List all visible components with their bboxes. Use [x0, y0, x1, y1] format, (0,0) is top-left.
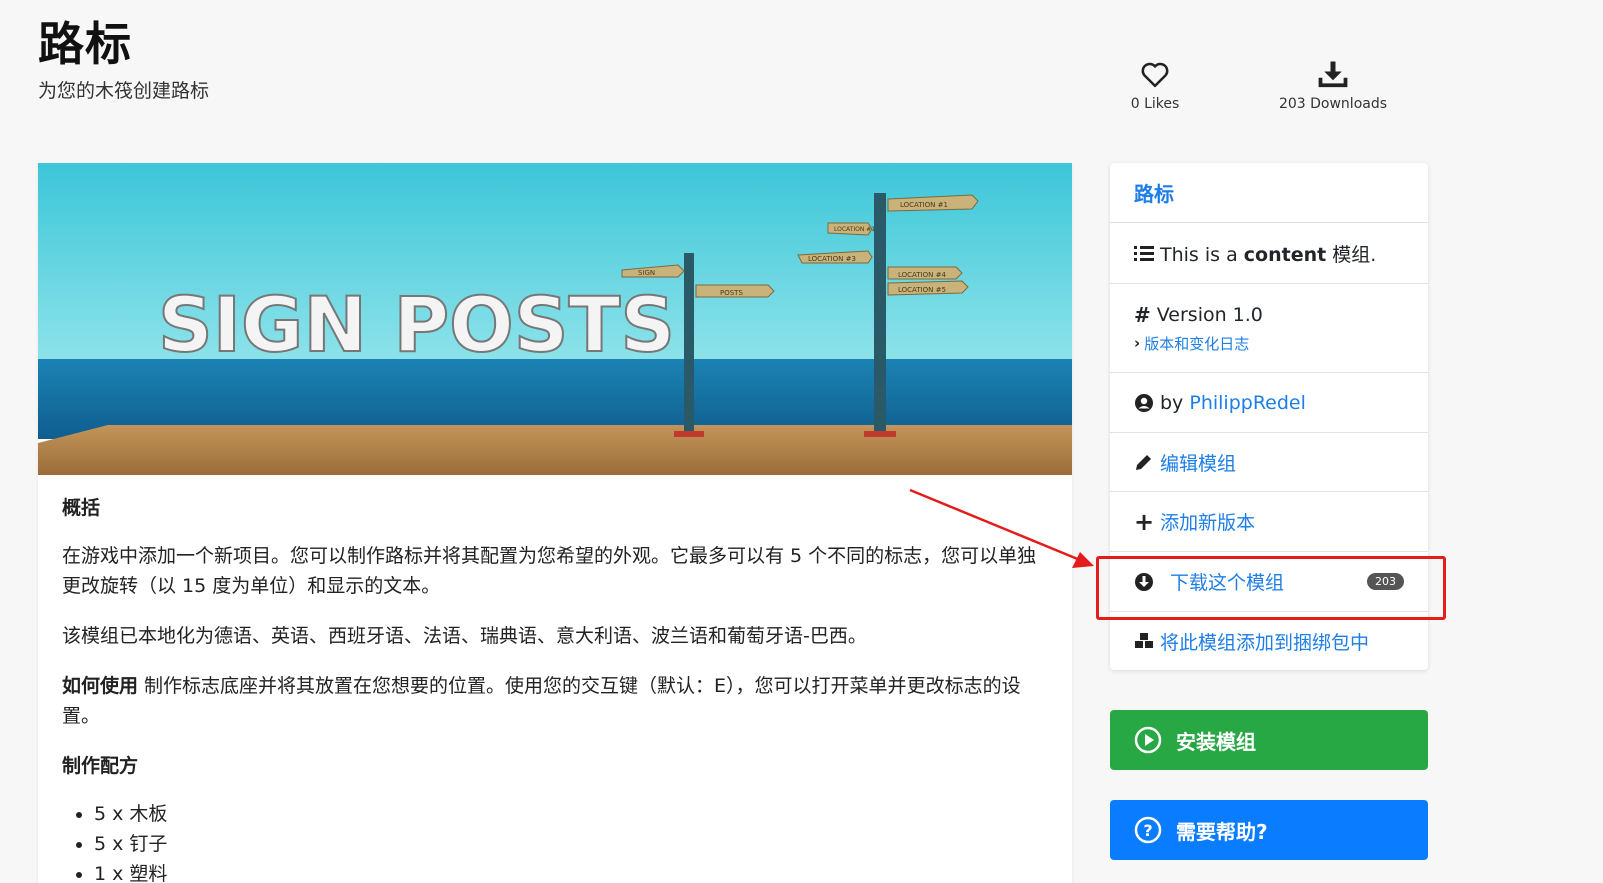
recipe-heading: 制作配方: [62, 755, 139, 777]
install-mod-label: 安装模组: [1176, 729, 1256, 754]
download-mod-link[interactable]: 下载这个模组: [1170, 568, 1284, 595]
edit-mod-row[interactable]: 编辑模组: [1110, 433, 1428, 492]
page-title: 路标: [38, 17, 132, 71]
sidebar-title[interactable]: 路标: [1110, 163, 1428, 223]
recipe-item: 5 x 钉子: [94, 829, 1042, 859]
changelog-link-text: 版本和变化日志: [1144, 334, 1250, 353]
mod-banner-image: SIGN POSTS SIGN POSTS LOCATION #1 LOCATI…: [38, 163, 1072, 475]
version-text: Version 1.0: [1156, 303, 1263, 326]
mod-info-sidebar: 路标 This is a content 模组. # Version 1.0 ›…: [1110, 163, 1428, 670]
version-row: # Version 1.0 › 版本和变化日志: [1110, 284, 1428, 373]
cubes-icon: [1135, 633, 1153, 648]
sign-label: LOCATION #1: [900, 201, 948, 209]
likes-count: 0 Likes: [1130, 96, 1180, 112]
sign-label: LOCATION #1: [834, 226, 875, 233]
type-prefix: This is a: [1160, 243, 1244, 266]
list-icon: [1134, 246, 1154, 261]
download-mod-row[interactable]: 下载这个模组 203: [1110, 552, 1428, 612]
add-version-row[interactable]: + 添加新版本: [1110, 492, 1428, 552]
page-subtitle: 为您的木筏创建路标: [38, 80, 210, 102]
install-mod-button[interactable]: 安装模组: [1110, 710, 1428, 770]
author-prefix: by: [1160, 391, 1190, 414]
plus-icon: +: [1134, 507, 1155, 536]
need-help-button[interactable]: ? 需要帮助?: [1110, 800, 1428, 860]
play-circle-icon: [1134, 726, 1162, 754]
howto-paragraph: 如何使用 制作标志底座并将其放置在您想要的位置。使用您的交互键（默认：E），您可…: [62, 671, 1042, 731]
sign-label: LOCATION #4: [898, 271, 946, 279]
howto-text: 制作标志底座并将其放置在您想要的位置。使用您的交互键（默认：E），您可以打开菜单…: [62, 675, 1021, 727]
sign-label: LOCATION #3: [808, 255, 856, 263]
hash-icon: #: [1134, 302, 1151, 327]
mod-type-row: This is a content 模组.: [1110, 223, 1428, 284]
changelog-link[interactable]: › 版本和变化日志: [1134, 333, 1404, 354]
howto-label: 如何使用: [62, 675, 139, 697]
mod-content-card: SIGN POSTS SIGN POSTS LOCATION #1 LOCATI…: [38, 163, 1072, 883]
recipe-item: 5 x 木板: [94, 799, 1042, 829]
banner-logo-text: SIGN POSTS: [158, 280, 675, 369]
download-circle-icon: [1135, 572, 1153, 591]
mod-description: 概括 在游戏中添加一个新项目。您可以制作路标并将其配置为您希望的外观。它最多可以…: [62, 493, 1042, 883]
type-suffix: 模组.: [1326, 243, 1377, 266]
sign-label: POSTS: [720, 289, 743, 297]
recipe-list: 5 x 木板 5 x 钉子 1 x 塑料: [94, 799, 1042, 883]
chevron-right-icon: ›: [1134, 334, 1141, 352]
overview-text: 在游戏中添加一个新项目。您可以制作路标并将其配置为您希望的外观。它最多可以有 5…: [62, 545, 1037, 597]
type-bold: content: [1243, 243, 1327, 266]
svg-text:?: ?: [1143, 821, 1152, 840]
author-link[interactable]: PhilippRedel: [1189, 392, 1306, 414]
question-circle-icon: ?: [1134, 816, 1162, 844]
sidebar-title-text: 路标: [1134, 182, 1174, 206]
heart-icon: [1141, 62, 1169, 88]
downloads-count: 203 Downloads: [1278, 96, 1388, 112]
edit-mod-link[interactable]: 编辑模组: [1160, 449, 1236, 476]
user-circle-icon: [1135, 393, 1153, 412]
download-count-badge: 203: [1367, 573, 1404, 590]
pencil-icon: [1136, 455, 1151, 470]
need-help-label: 需要帮助?: [1176, 819, 1268, 844]
recipe-item: 1 x 塑料: [94, 859, 1042, 883]
likes-stat[interactable]: 0 Likes: [1120, 60, 1190, 112]
downloads-stat: 203 Downloads: [1268, 60, 1398, 112]
add-to-bundle-link[interactable]: 将此模组添加到捆绑包中: [1160, 628, 1369, 655]
sign-label: SIGN: [638, 269, 655, 277]
overview-heading: 概括: [62, 497, 101, 519]
author-row: by PhilippRedel: [1110, 373, 1428, 433]
sign-label: LOCATION #5: [898, 286, 946, 294]
localization-text: 该模组已本地化为德语、英语、西班牙语、法语、瑞典语、意大利语、波兰语和葡萄牙语-…: [62, 625, 867, 647]
add-version-link[interactable]: 添加新版本: [1160, 508, 1255, 535]
download-tray-icon: [1318, 61, 1348, 88]
add-to-bundle-row[interactable]: 将此模组添加到捆绑包中: [1110, 612, 1428, 670]
